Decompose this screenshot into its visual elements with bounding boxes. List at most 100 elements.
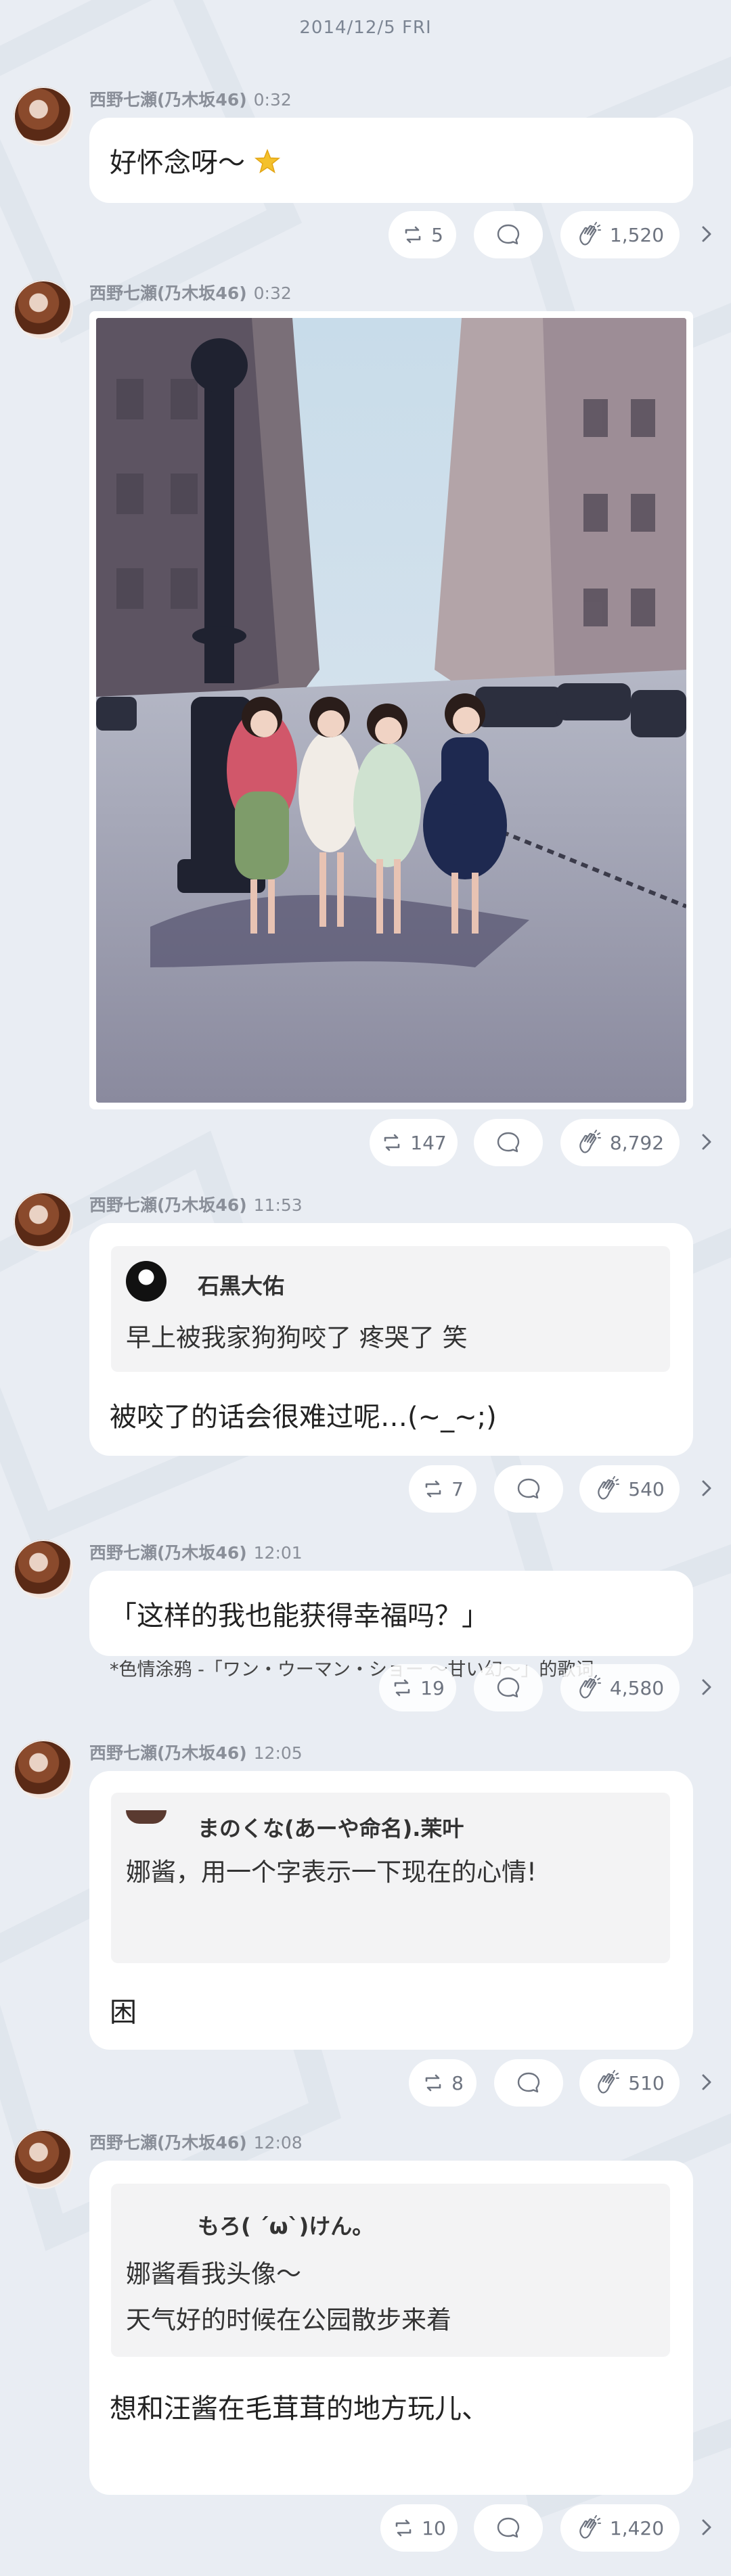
clap-count: 540 — [628, 1477, 665, 1500]
sender-name: 西野七瀬(乃木坂46) — [89, 2133, 247, 2153]
sender-line: 西野七瀬(乃木坂46) 11:53 — [89, 1192, 303, 1216]
repost-icon — [394, 1679, 410, 1697]
sender-name: 西野七瀬(乃木坂46) — [89, 1543, 247, 1563]
photo-illustration — [96, 318, 686, 1103]
clap-icon — [579, 1130, 601, 1153]
message-text: 「这样的我也能获得幸福吗？」 — [110, 1601, 489, 1632]
repost-icon — [395, 2519, 412, 2537]
sender-name: 西野七瀬(乃木坂46) — [89, 283, 247, 303]
message-bubble[interactable]: まのくな(あーや命名).茉叶 娜酱，用一个字表示一下现在的心情! 困 — [89, 1771, 693, 2050]
message-time: 12:05 — [253, 1743, 303, 1763]
clap-button[interactable]: 4,580 — [560, 1664, 680, 1711]
clap-icon — [598, 2070, 620, 2094]
clap-button[interactable]: 8,792 — [560, 1119, 680, 1166]
sender-line: 西野七瀬(乃木坂46) 12:08 — [89, 2130, 303, 2154]
action-bar: 147 8,792 — [0, 1119, 731, 1166]
chevron-right-icon[interactable] — [693, 2514, 720, 2541]
quoted-user-name: 石黒大佑 — [198, 1273, 285, 1299]
chevron-right-icon[interactable] — [693, 1128, 720, 1155]
chevron-right-icon[interactable] — [693, 2069, 720, 2096]
repost-button[interactable]: 7 — [409, 1465, 477, 1513]
quoted-user-name: まのくな(あーや命名).茉叶 — [198, 1816, 464, 1841]
quoted-user-name: もろ( ´ω`)けん。 — [198, 2213, 374, 2239]
quoted-user-avatar — [126, 1810, 167, 1824]
repost-icon — [425, 1480, 441, 1498]
message-bubble[interactable]: 石黒大佑 早上被我家狗狗咬了 疼哭了 笑 被咬了的话会很难过呢…(~_~;) — [89, 1223, 693, 1456]
message-bubble[interactable]: 「这样的我也能获得幸福吗？」 — [89, 1571, 693, 1656]
comment-button[interactable] — [474, 1664, 543, 1711]
clap-count: 510 — [628, 2071, 665, 2094]
sender-avatar[interactable] — [14, 280, 73, 340]
quoted-text: 早上被我家狗狗咬了 疼哭了 笑 — [126, 1323, 468, 1352]
sender-name: 西野七瀬(乃木坂46) — [89, 1195, 247, 1215]
repost-button[interactable]: 5 — [389, 211, 456, 258]
message-text: 被咬了的话会很难过呢…(~_~;) — [110, 1402, 497, 1433]
sender-name: 西野七瀬(乃木坂46) — [89, 1743, 247, 1763]
repost-button[interactable]: 8 — [409, 2059, 477, 2107]
comment-icon — [517, 1478, 540, 1499]
message-time: 0:32 — [253, 90, 292, 110]
repost-icon — [405, 226, 421, 244]
quoted-message[interactable]: もろ( ´ω`)けん。 娜酱看我头像〜 天气好的时候在公园散步来着 — [111, 2184, 670, 2357]
comment-button[interactable] — [494, 2059, 563, 2107]
repost-button[interactable]: 19 — [379, 1664, 456, 1711]
chevron-right-icon[interactable] — [693, 221, 720, 248]
photo-four-girls-paris-street[interactable] — [96, 318, 686, 1103]
quoted-text-line-1: 娜酱看我头像〜 — [126, 2259, 301, 2288]
comment-icon — [497, 1132, 520, 1153]
quoted-message[interactable]: 石黒大佑 早上被我家狗狗咬了 疼哭了 笑 — [111, 1246, 670, 1372]
photo-bubble[interactable] — [89, 311, 693, 1109]
message-time: 11:53 — [253, 1195, 303, 1215]
sender-avatar[interactable] — [14, 1192, 73, 1251]
repost-count: 10 — [422, 2516, 446, 2539]
message-time: 0:32 — [253, 283, 292, 303]
repost-count: 147 — [410, 1131, 447, 1154]
repost-count: 5 — [431, 223, 443, 246]
sender-line: 西野七瀬(乃木坂46) 0:32 — [89, 87, 292, 111]
action-bar: 7 540 — [0, 1465, 731, 1513]
star-emoji — [254, 148, 280, 174]
comment-icon — [497, 224, 520, 245]
sender-line: 西野七瀬(乃木坂46) 0:32 — [89, 280, 292, 304]
sender-line: 西野七瀬(乃木坂46) 12:01 — [89, 1540, 303, 1564]
clap-icon — [579, 222, 601, 246]
clap-count: 1,420 — [609, 2516, 665, 2539]
comment-button[interactable] — [474, 2504, 543, 2552]
action-bar: 10 1,420 — [0, 2504, 731, 2552]
clap-count: 8,792 — [609, 1131, 665, 1154]
sender-avatar[interactable] — [14, 2130, 73, 2189]
chevron-right-icon[interactable] — [693, 1475, 720, 1502]
message-bubble[interactable]: もろ( ´ω`)けん。 娜酱看我头像〜 天气好的时候在公园散步来着 想和汪酱在毛… — [89, 2161, 693, 2495]
repost-button[interactable]: 10 — [380, 2504, 458, 2552]
comment-button[interactable] — [474, 1119, 543, 1166]
sender-name: 西野七瀬(乃木坂46) — [89, 90, 247, 110]
clap-button[interactable]: 1,420 — [560, 2504, 680, 2552]
sender-avatar[interactable] — [14, 1740, 73, 1799]
sender-avatar[interactable] — [14, 1540, 73, 1599]
chevron-right-icon[interactable] — [693, 1674, 720, 1701]
message-post: 西野七瀬(乃木坂46) 12:05 まのくな(あーや命名).茉叶 娜酱，用一个字表… — [0, 1740, 731, 2119]
comment-button[interactable] — [494, 1465, 563, 1513]
action-bar: 5 1,520 — [0, 211, 731, 258]
date-header: 2014/12/5 FRI — [299, 18, 432, 38]
clap-button[interactable]: 1,520 — [560, 211, 680, 258]
sender-avatar[interactable] — [14, 87, 73, 146]
clap-button[interactable]: 510 — [579, 2059, 680, 2107]
message-post: 西野七瀬(乃木坂46) 0:32 147 8,792 — [0, 280, 731, 1173]
quoted-message[interactable]: まのくな(あーや命名).茉叶 娜酱，用一个字表示一下现在的心情! — [111, 1793, 670, 1963]
clap-button[interactable]: 540 — [579, 1465, 680, 1513]
message-post: 西野七瀬(乃木坂46) 12:01 「这样的我也能获得幸福吗？」 *色情涂鸦 -「… — [0, 1540, 731, 1722]
repost-button[interactable]: 147 — [370, 1119, 458, 1166]
message-text: 困 — [110, 1997, 137, 2028]
message-time: 12:01 — [253, 1543, 303, 1563]
clap-icon — [598, 1476, 620, 1500]
message-post: 西野七瀬(乃木坂46) 0:32 好怀念呀〜 5 1,520 — [0, 87, 731, 269]
comment-button[interactable] — [474, 211, 543, 258]
message-text: 想和汪酱在毛茸茸的地方玩儿、 — [110, 2393, 489, 2424]
message-bubble[interactable]: 好怀念呀〜 — [89, 118, 693, 203]
clap-count: 1,520 — [609, 223, 665, 246]
comment-icon — [497, 2517, 520, 2538]
action-bar: 19 4,580 — [0, 1664, 731, 1711]
repost-count: 7 — [451, 1477, 464, 1500]
message-post: 西野七瀬(乃木坂46) 12:08 もろ( ´ω`)けん。 娜酱看我头像〜 天气好… — [0, 2130, 731, 2576]
